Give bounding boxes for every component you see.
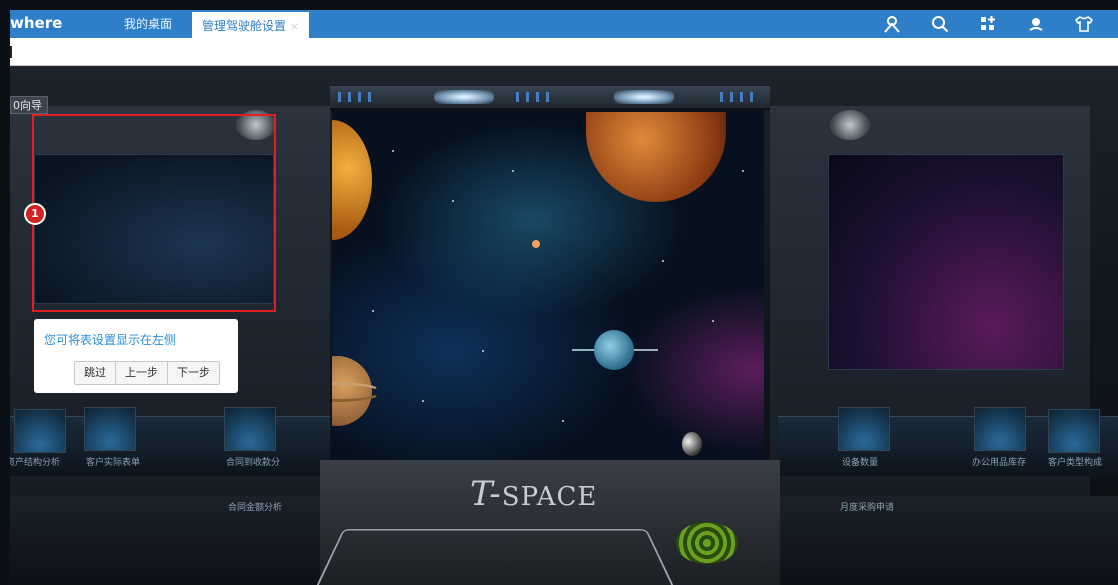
planet-icon xyxy=(594,330,634,370)
ceiling-panel xyxy=(330,86,770,110)
planet-icon xyxy=(682,432,702,456)
guide-button-group: 跳过 上一步 下一步 xyxy=(74,361,220,385)
planet-icon xyxy=(586,112,726,202)
tab-cockpit-settings[interactable]: 管理驾驶舱设置 × xyxy=(192,10,310,38)
user-icon[interactable] xyxy=(868,10,916,38)
guide-tip-text: 您可将表设置显示在左侧 xyxy=(44,333,177,347)
search-icon[interactable] xyxy=(916,10,964,38)
planet-icon xyxy=(332,120,372,240)
text-caret xyxy=(10,46,12,58)
apps-icon[interactable] xyxy=(964,10,1012,38)
dash-label: 设备数量 xyxy=(842,458,879,468)
ceiling-lamp-icon xyxy=(434,90,494,104)
skip-button[interactable]: 跳过 xyxy=(75,362,116,384)
cockpit-floor: T-SPACE xyxy=(314,460,780,585)
prev-step-button[interactable]: 上一步 xyxy=(116,362,168,384)
right-display-panel[interactable] xyxy=(828,154,1064,370)
planet-icon xyxy=(532,240,540,248)
gauge-icon xyxy=(14,409,66,453)
sun-icon[interactable] xyxy=(1012,10,1060,38)
dash-label: 合同到收款分 xyxy=(226,458,281,468)
gauge-icon xyxy=(974,407,1026,451)
gauge-icon xyxy=(838,407,890,451)
ceiling-lights xyxy=(720,92,760,102)
brand-logo: where xyxy=(10,14,63,32)
next-step-button[interactable]: 下一步 xyxy=(168,362,219,384)
right-dashboard: 设备数量 办公用品库存 客户类型构成 xyxy=(778,407,1118,476)
guide-highlight-box xyxy=(32,114,276,312)
tab-label: 我的桌面 xyxy=(124,17,173,31)
space-window[interactable] xyxy=(332,110,764,460)
wizard-tab[interactable]: 0向导 xyxy=(10,96,48,114)
ceiling-lights xyxy=(516,92,556,102)
left-dashboard: 资产结构分析 客户实际表单 合同到收款分 xyxy=(10,407,330,476)
tspace-logo: T-SPACE xyxy=(470,474,598,514)
guide-step-badge: 1 xyxy=(24,203,46,225)
vent-icon xyxy=(676,522,738,564)
ceiling-lamp-icon xyxy=(614,90,674,104)
top-bar: where 我的桌面 管理驾驶舱设置 × xyxy=(10,10,1118,38)
dash-label: 客户实际表单 xyxy=(86,458,141,468)
tab-label: 管理驾驶舱设置 xyxy=(202,19,287,33)
ceiling-lights xyxy=(338,92,378,102)
shirt-icon[interactable] xyxy=(1060,10,1108,38)
dash-label: 月度采购申请 xyxy=(840,503,895,513)
planet-ring xyxy=(332,382,382,402)
tab-close-icon[interactable]: × xyxy=(290,20,299,33)
gauge-icon xyxy=(1048,409,1100,453)
dash-label: 办公用品库存 xyxy=(972,458,1027,468)
dash-label: 合同金额分析 xyxy=(228,503,283,513)
sub-toolbar xyxy=(10,38,1118,66)
tab-my-desktop[interactable]: 我的桌面 xyxy=(114,10,182,38)
dash-label: 客户类型构成 xyxy=(1048,458,1103,468)
guide-tooltip: 您可将表设置显示在左侧 跳过 上一步 下一步 xyxy=(34,319,238,393)
dash-label: 资产结构分析 xyxy=(10,458,61,468)
right-sensor-icon xyxy=(830,110,870,140)
floor-panel xyxy=(314,529,676,585)
gauge-icon xyxy=(84,407,136,451)
gauge-icon xyxy=(224,407,276,451)
top-icons xyxy=(868,10,1108,38)
